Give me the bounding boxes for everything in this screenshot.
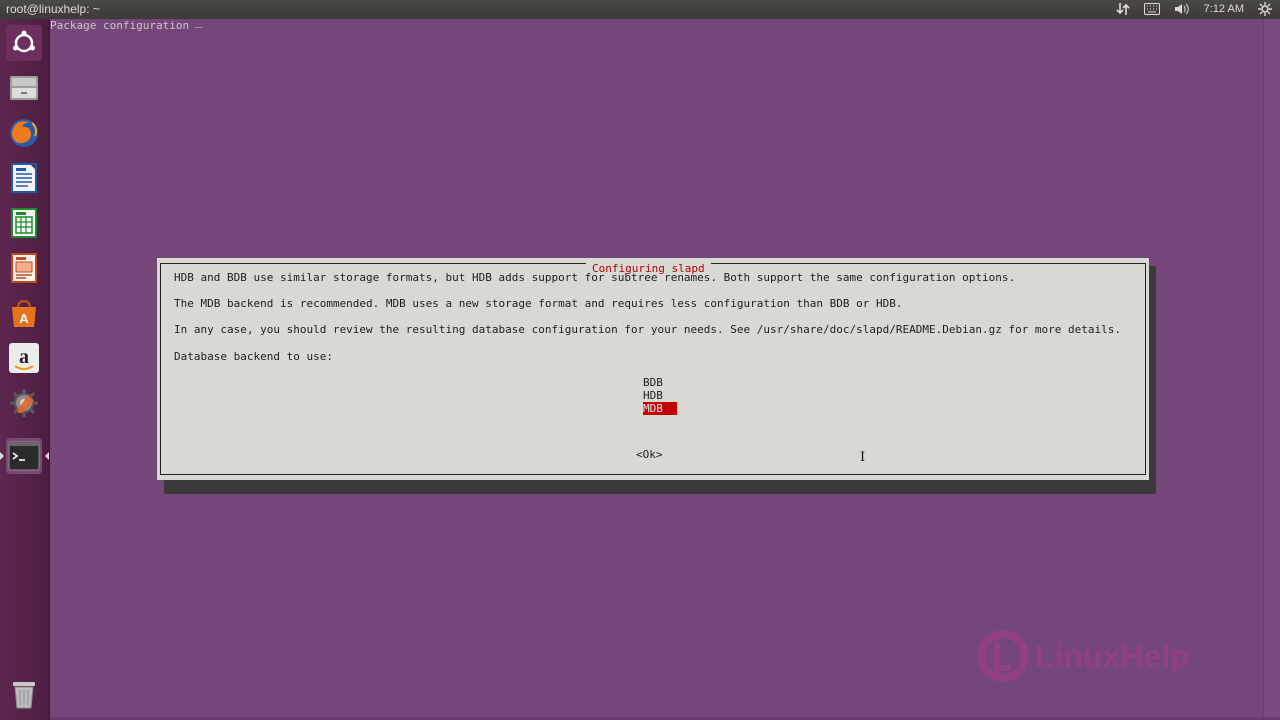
description-line-2: The MDB backend is recommended. MDB uses… xyxy=(174,297,903,310)
option-mdb[interactable]: MDB xyxy=(643,402,677,415)
package-configuration-header: Package configuration xyxy=(50,19,190,32)
launcher: A a xyxy=(0,19,50,720)
ubuntu-dash-icon[interactable] xyxy=(6,25,42,61)
volume-icon[interactable] xyxy=(1174,1,1190,17)
text-cursor-icon: I xyxy=(860,450,866,465)
terminal-icon[interactable] xyxy=(6,438,42,474)
svg-text:a: a xyxy=(19,346,29,368)
linuxhelp-logo-icon xyxy=(977,630,1029,682)
watermark: LinuxHelp xyxy=(975,628,1190,684)
network-icon[interactable] xyxy=(1116,1,1130,17)
firefox-icon[interactable] xyxy=(6,115,42,151)
top-panel: root@linuxhelp: ~ 7:12 AM xyxy=(0,0,1280,19)
indicator-area: 7:12 AM xyxy=(1116,1,1272,17)
backend-prompt: Database backend to use: xyxy=(174,350,333,363)
active-app-indicator xyxy=(0,452,4,460)
config-dialog: Configuring slapd HDB and BDB use simila… xyxy=(157,258,1149,480)
terminal-scrollbar[interactable] xyxy=(1263,19,1280,720)
writer-icon[interactable] xyxy=(6,160,42,196)
description-line-3: In any case, you should review the resul… xyxy=(174,323,1122,336)
impress-icon[interactable] xyxy=(6,250,42,286)
keyboard-icon[interactable] xyxy=(1143,1,1160,17)
watermark-text: LinuxHelp xyxy=(1035,637,1190,674)
description-line-1: HDB and BDB use similar storage formats,… xyxy=(174,271,1016,284)
amazon-icon[interactable]: a xyxy=(6,340,42,376)
files-icon[interactable] xyxy=(6,70,42,106)
focused-app-indicator xyxy=(45,452,49,460)
option-hdb[interactable]: HDB xyxy=(643,389,677,402)
trash-icon[interactable] xyxy=(6,676,42,712)
window-title: root@linuxhelp: ~ xyxy=(6,2,100,16)
svg-text:A: A xyxy=(19,311,29,326)
software-center-icon[interactable]: A xyxy=(6,295,42,331)
system-settings-icon[interactable] xyxy=(6,385,42,421)
calc-icon[interactable] xyxy=(6,205,42,241)
header-rule xyxy=(195,27,203,28)
option-bdb[interactable]: BDB xyxy=(643,376,677,389)
clock[interactable]: 7:12 AM xyxy=(1204,3,1244,15)
settings-gear-icon[interactable] xyxy=(1258,1,1272,17)
ok-button[interactable]: <Ok> xyxy=(636,448,663,461)
dialog-frame: Configuring slapd HDB and BDB use simila… xyxy=(160,263,1146,475)
